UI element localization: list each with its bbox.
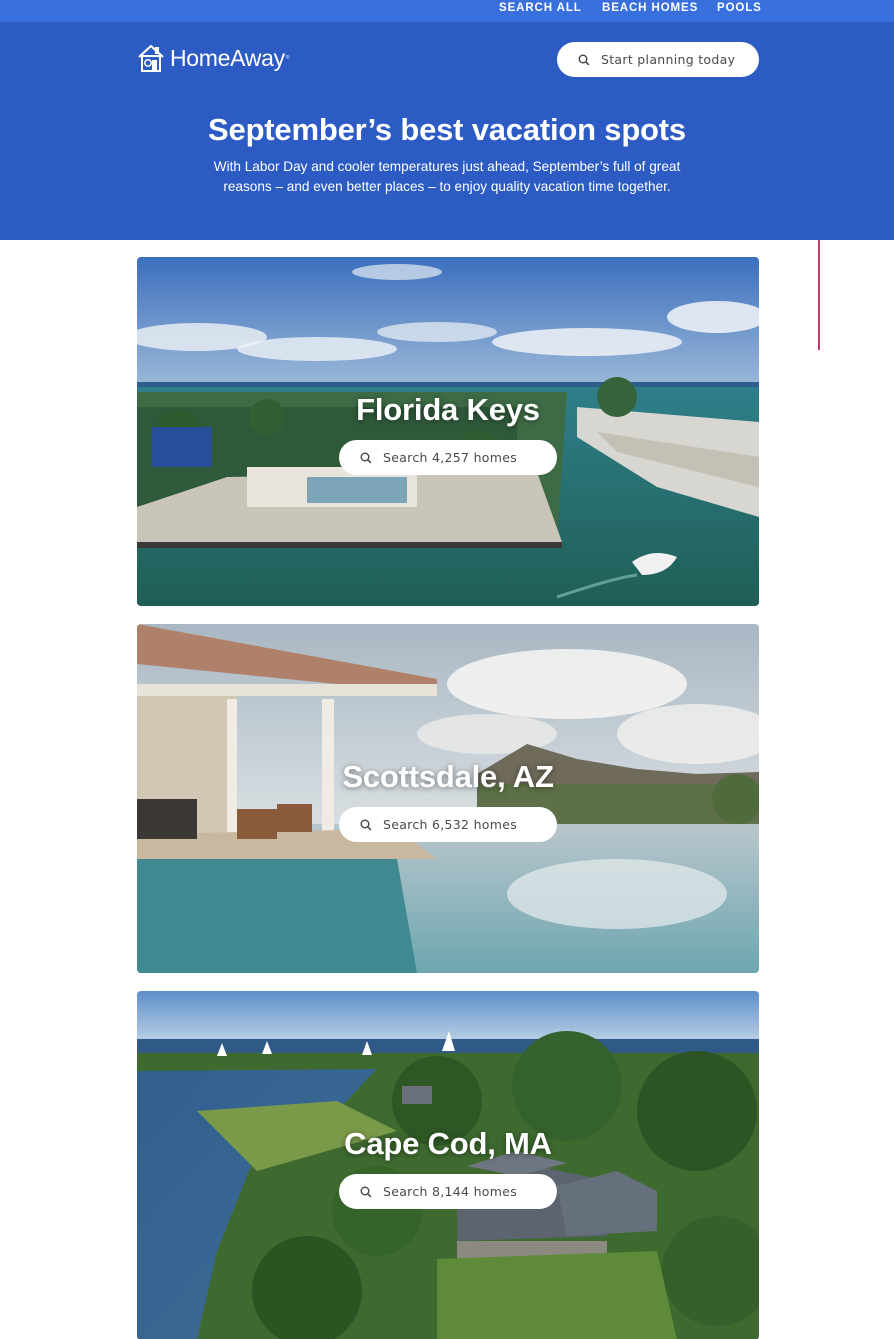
nav-link-beach-homes[interactable]: BEACH HOMES	[602, 1, 698, 15]
top-nav: SEARCH ALL BEACH HOMES POOLS	[0, 0, 894, 22]
search-icon	[360, 452, 372, 463]
destination-title: Cape Cod, MA	[344, 1126, 552, 1161]
homeaway-logo[interactable]: HomeAway ®	[137, 43, 289, 73]
page-title: September’s best vacation spots	[208, 112, 686, 147]
search-icon	[360, 819, 372, 830]
destination-card-scottsdale[interactable]: Scottsdale, AZ Search 6,532 homes	[137, 624, 759, 973]
search-icon	[360, 1186, 372, 1197]
destination-search-label: Search 8,144 homes	[383, 1184, 518, 1199]
destination-search-button[interactable]: Search 6,532 homes	[339, 807, 557, 842]
cape-cod-photo	[137, 991, 759, 1339]
destination-card-cape-cod[interactable]: Cape Cod, MA Search 8,144 homes	[137, 991, 759, 1339]
header-search-label: Start planning today	[601, 52, 736, 67]
search-icon	[578, 54, 590, 65]
nav-link-search-all[interactable]: SEARCH ALL	[499, 1, 582, 15]
destination-search-label: Search 4,257 homes	[383, 450, 518, 465]
destination-card-florida-keys[interactable]: Florida Keys Search 4,257 homes	[137, 257, 759, 606]
registered-mark: ®	[285, 55, 290, 61]
destination-search-button[interactable]: Search 8,144 homes	[339, 1174, 557, 1209]
florida-keys-photo	[137, 257, 759, 606]
destination-title: Scottsdale, AZ	[342, 759, 554, 794]
destination-title: Florida Keys	[356, 392, 540, 427]
scottsdale-photo	[137, 624, 759, 973]
destination-search-button[interactable]: Search 4,257 homes	[339, 440, 557, 475]
header-search-button[interactable]: Start planning today	[557, 42, 759, 77]
brand-name: HomeAway	[170, 45, 285, 71]
house-logo-icon	[138, 44, 164, 72]
accent-divider	[818, 240, 820, 350]
destination-search-label: Search 6,532 homes	[383, 817, 518, 832]
nav-link-pools[interactable]: POOLS	[717, 1, 762, 15]
page-subtitle: With Labor Day and cooler temperatures j…	[213, 159, 681, 194]
